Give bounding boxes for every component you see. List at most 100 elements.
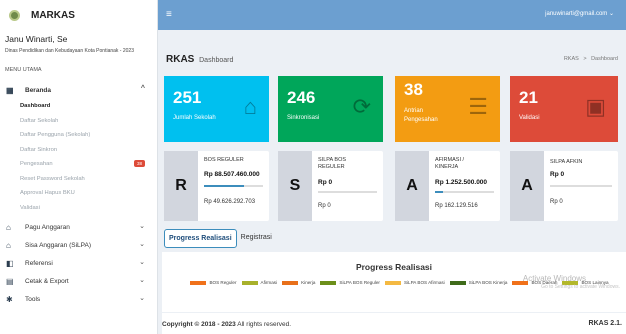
legend-item[interactable]: Kinerja [282, 280, 315, 285]
sidebar-item-sisa-anggaran[interactable]: ⌂ Sisa Anggaran (SiLPA) ⌄ [0, 236, 157, 254]
windows-watermark-hint: Go to Settings to activate Windows. [541, 284, 620, 290]
chevron-down-icon: ⌄ [139, 259, 145, 266]
stat-validasi[interactable]: 21 Validasi ▣ [510, 76, 618, 142]
legend-swatch [190, 280, 207, 285]
sidebar-item-label: Beranda [25, 86, 52, 94]
legend-label: Afirmasi [260, 280, 278, 285]
sidebar-subitem-reset-password[interactable]: Reset Password Sekolah [0, 172, 157, 187]
sidebar-item-beranda[interactable]: ▦ Beranda ^ [0, 81, 157, 99]
sidebar-subitem-daftar-sekolah[interactable]: Daftar Sekolah [0, 114, 157, 129]
finance-letter: S [278, 151, 312, 221]
legend-swatch [384, 280, 401, 285]
finance-box-silpa-afkin: A SILPA AFKIN Rp 0 Rp 0 [510, 151, 618, 221]
chevron-down-icon: ⌄ [139, 223, 145, 230]
finance-sub-amount: Rp 0 [318, 203, 331, 209]
sidebar-subitem-validasi[interactable]: Validasi [0, 201, 157, 216]
stat-label: Antrian Pengesahan [404, 108, 438, 123]
user-name: Janu Winarti, Se [5, 34, 68, 44]
stat-jumlah-sekolah[interactable]: 251 Jumlah Sekolah ⌂ [164, 76, 269, 142]
chevron-down-icon: ⌄ [608, 11, 614, 17]
legend-label: BOS Reguler [209, 280, 237, 285]
book-icon: ◧ [6, 258, 14, 268]
finance-amount: Rp 0 [550, 171, 565, 178]
user-menu[interactable]: januwinarti@gmail.com ⌄ [545, 10, 614, 17]
user-org: Dinas Pendidikan dan Kebudayaan Kota Pon… [5, 48, 134, 54]
breadcrumb-dashboard: Dashboard [591, 56, 618, 62]
finance-sub-amount: Rp 49.626.292.703 [204, 199, 256, 205]
finance-amount: Rp 1.252.500.000 [435, 179, 488, 186]
sidebar-item-pagu-anggaran[interactable]: ⌂ Pagu Anggaran ⌄ [0, 218, 157, 236]
finance-sub-amount: Rp 162.129.516 [435, 203, 478, 209]
legend-swatch [449, 280, 466, 285]
finance-title: AFIRMASI / KINERJA [435, 157, 465, 170]
pengesahan-count-badge: 38 [133, 160, 145, 167]
stat-value: 246 [287, 88, 316, 107]
legend-item[interactable]: SiLPA BOS Reguler [320, 280, 380, 285]
breadcrumb-separator: > [583, 56, 587, 62]
sidebar-item-tools[interactable]: ✱ Tools ⌄ [0, 290, 157, 308]
chevron-down-icon: ⌄ [139, 295, 145, 302]
sidebar-item-referensi[interactable]: ◧ Referensi ⌄ [0, 254, 157, 272]
windows-watermark-title: Activate Windows [522, 274, 586, 283]
chevron-down-icon: ⌄ [139, 241, 145, 248]
app-name: MARKAS [31, 10, 75, 21]
tab-bar: Progress Realisasi Registrasi [164, 229, 276, 248]
sync-icon: ⟳ [352, 94, 371, 119]
app-version: RKAS 2.1. [588, 320, 622, 327]
legend-item[interactable]: Afirmasi [241, 280, 278, 285]
sidebar-item-label: Tools [25, 295, 41, 303]
grid-icon: ▦ [6, 85, 14, 95]
legend-item[interactable]: SiLPA BOS Afirmasi [384, 280, 445, 285]
tab-progress-realisasi[interactable]: Progress Realisasi [164, 229, 237, 248]
brand[interactable]: MARKAS [0, 0, 157, 31]
legend-item[interactable]: BOS Reguler [190, 280, 237, 285]
finance-box-bos-reguler: R BOS REGULER Rp 88.507.460.000 Rp 49.62… [164, 151, 269, 221]
legend-swatch [282, 280, 299, 285]
sidebar-item-cetak-export[interactable]: ▤ Cetak & Export ⌄ [0, 272, 157, 290]
sidebar-item-label: Cetak & Export [25, 277, 69, 285]
bank-icon: ⌂ [6, 222, 11, 232]
page-title-main: RKAS [166, 54, 195, 65]
sidebar-subitem-daftar-sinkron[interactable]: Daftar Sinkron [0, 143, 157, 158]
tab-registrasi[interactable]: Registrasi [237, 229, 276, 248]
stat-value: 251 [173, 88, 202, 107]
stat-value: 38 [404, 80, 423, 99]
legend-label: SiLPA BOS Kinerja [468, 280, 508, 285]
page-subtitle: Dashboard [199, 57, 234, 64]
stat-value: 21 [519, 88, 538, 107]
sidebar-subitem-approval-hapus-bku[interactable]: Approval Hapus BKU [0, 186, 157, 201]
finance-sub-amount: Rp 0 [550, 199, 563, 205]
checklist-icon: ☰ [468, 94, 488, 119]
finance-progress-track [435, 191, 494, 193]
finance-title: SILPA BOS REGULER [318, 157, 347, 170]
legend-label: Kinerja [301, 280, 316, 285]
stat-antrian-pengesahan[interactable]: 38 Antrian Pengesahan ☰ [395, 76, 500, 142]
legend-item[interactable]: SiLPA BOS Kinerja [449, 280, 508, 285]
finance-amount: Rp 88.507.460.000 [204, 171, 260, 178]
finance-letter: A [395, 151, 429, 221]
gear-icon: ✱ [6, 294, 13, 304]
legend-swatch [241, 280, 258, 285]
chevron-up-icon: ^ [140, 85, 145, 92]
clipboard-check-icon: ▣ [585, 94, 606, 119]
copyright: Copyright © 2018 - 2023 All rights reser… [162, 321, 291, 328]
breadcrumb: RKAS > Dashboard [564, 56, 618, 62]
page-title: RKAS Dashboard [166, 54, 233, 65]
topbar: ≡ januwinarti@gmail.com ⌄ [158, 0, 626, 30]
sidebar-subitem-daftar-pengguna[interactable]: Daftar Pengguna (Sekolah) [0, 128, 157, 143]
legend-label: SiLPA BOS Afirmasi [403, 280, 445, 285]
copyright-suffix: All rights reserved. [237, 321, 292, 328]
sidebar-subitem-dashboard[interactable]: Dashboard [0, 99, 157, 114]
legend-label: SiLPA BOS Reguler [339, 280, 380, 285]
finance-title: SILPA AFKIN [550, 159, 583, 165]
breadcrumb-rkas[interactable]: RKAS [564, 56, 579, 62]
finance-box-silpa-bos-reguler: S SILPA BOS REGULER Rp 0 Rp 0 [278, 151, 383, 221]
chart-title: Progress Realisasi [355, 262, 433, 272]
stat-sinkronisasi[interactable]: 246 Sinkronisasi ⟳ [278, 76, 383, 142]
hamburger-menu-icon[interactable]: ≡ [166, 9, 172, 20]
stat-label: Jumlah Sekolah [173, 115, 216, 121]
footer: Copyright © 2018 - 2023 All rights reser… [162, 313, 626, 334]
bank-icon: ⌂ [6, 240, 11, 250]
home-icon: ⌂ [243, 94, 257, 119]
sidebar-subitem-pengesahan[interactable]: Pengesahan 38 [0, 157, 157, 172]
